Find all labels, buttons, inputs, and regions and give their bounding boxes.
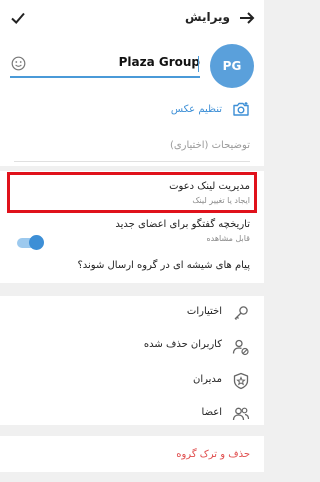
delete-and-leave-button[interactable]: حذف و ترک گروه	[176, 449, 250, 460]
avatar[interactable]: PG	[210, 44, 254, 88]
chat-history-title[interactable]: تاریخچه گفتگو برای اعضای جدید	[115, 219, 250, 230]
camera-add-icon[interactable]	[232, 101, 250, 117]
management-card	[0, 296, 264, 425]
permissions-item[interactable]: اختیارات	[187, 306, 222, 317]
members-item[interactable]: اعضا	[202, 407, 222, 418]
group-name-underline	[10, 76, 200, 78]
removed-users-item[interactable]: کاربران حذف شده	[144, 339, 222, 350]
group-name-input[interactable]: Plaza Group	[30, 55, 200, 73]
arrow-right-icon[interactable]	[238, 9, 256, 27]
description-underline	[14, 161, 250, 162]
description-input[interactable]: توضیحات (اختیاری)	[170, 140, 250, 151]
invite-links-highlight	[7, 172, 257, 213]
chat-history-subtitle: قابل مشاهده	[206, 234, 250, 243]
key-icon	[234, 306, 248, 320]
shield-star-icon	[233, 372, 249, 390]
app-header: ویرایش	[0, 0, 264, 38]
page-title: ویرایش	[184, 10, 230, 24]
emoji-icon[interactable]	[11, 56, 26, 71]
toggle-knob[interactable]	[29, 235, 44, 250]
users-icon	[232, 407, 250, 421]
set-photo-button[interactable]: تنظیم عکس	[171, 104, 222, 115]
text-caret	[198, 56, 199, 72]
check-icon[interactable]	[9, 9, 27, 27]
user-blocked-icon	[232, 339, 249, 356]
avatar-initials: PG	[222, 59, 242, 73]
glass-messages-title: پیام های شیشه ای در گروه ارسال شوند؟	[77, 260, 250, 271]
admins-item[interactable]: مدیران	[193, 374, 222, 385]
